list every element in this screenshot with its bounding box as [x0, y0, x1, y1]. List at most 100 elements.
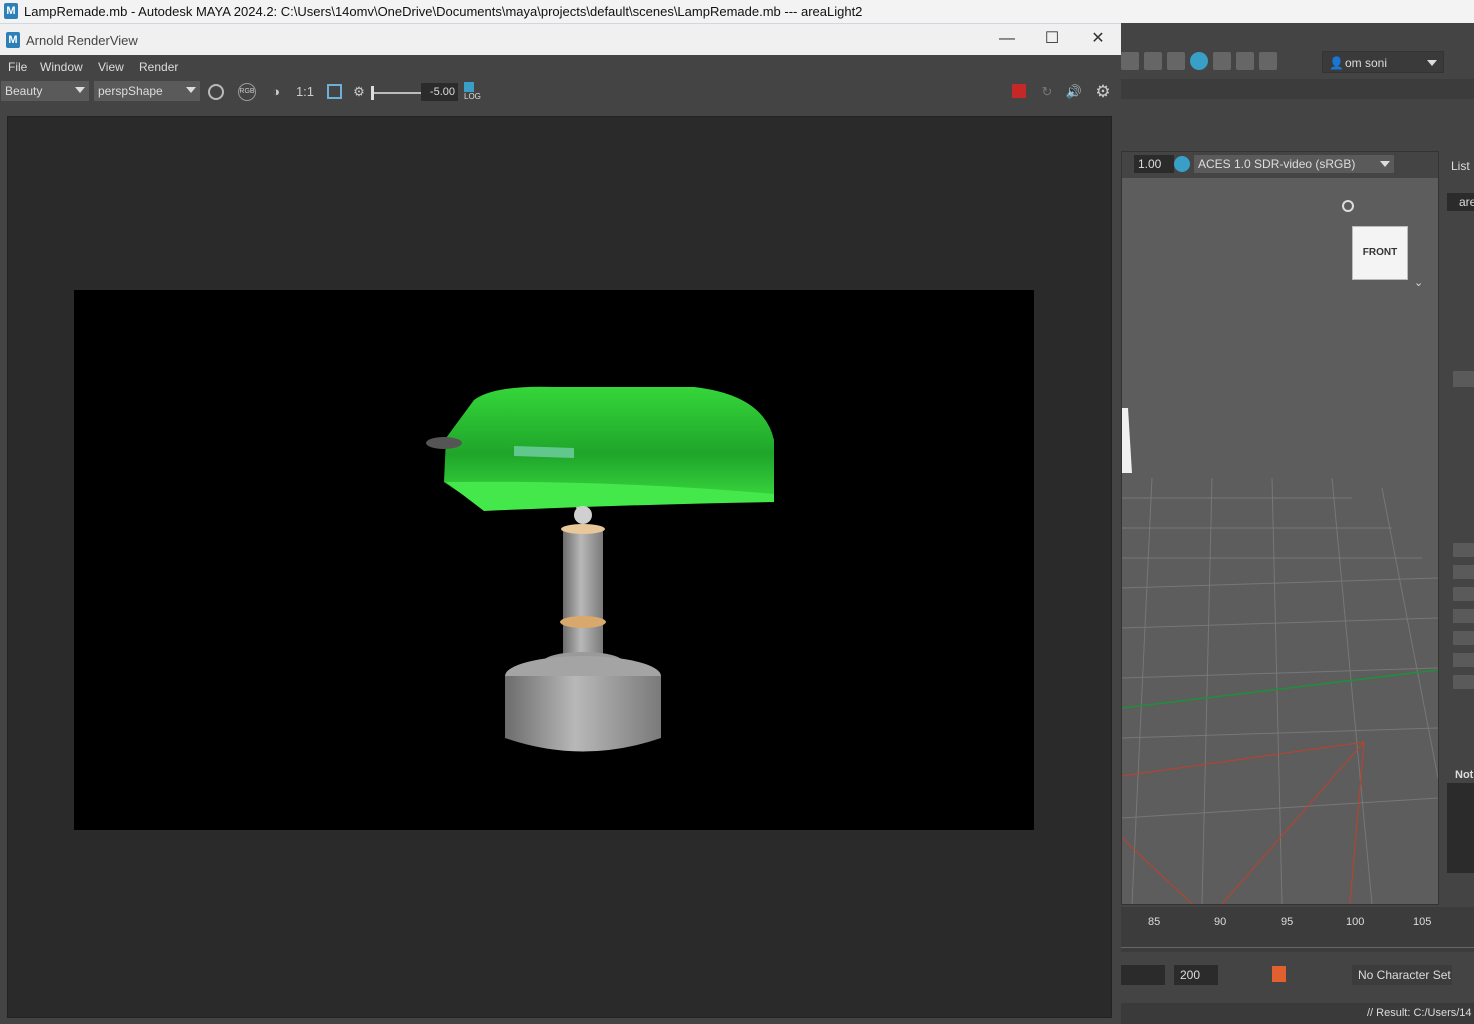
command-line[interactable]: // Result: C:/Users/14 [1121, 1003, 1474, 1024]
user-name: om soni [1345, 56, 1388, 70]
character-set-select[interactable]: No Character Set [1352, 965, 1452, 985]
lamp-silhouette [1122, 408, 1132, 473]
camera-frustum-line [1349, 741, 1365, 904]
expand-arrow-icon[interactable] [1453, 675, 1474, 689]
chevron-down-icon [75, 87, 85, 93]
expand-arrow-icon[interactable] [1453, 565, 1474, 579]
timeline-tick-label: 85 [1148, 916, 1161, 928]
timeline-tick-label: 100 [1346, 916, 1365, 928]
column-middle-ring [560, 616, 606, 628]
timeline-tick-label: 105 [1413, 916, 1432, 928]
lamp-finial [574, 506, 592, 524]
render-view-icon[interactable] [1213, 52, 1231, 70]
camera-select[interactable]: perspShape [94, 81, 200, 101]
menu-file[interactable]: File [8, 60, 27, 74]
attribute-panel: List are Not [1439, 151, 1474, 903]
arnold-menubar: File Window View Render [0, 55, 1121, 79]
viewcube-face-label: FRONT [1362, 247, 1398, 258]
end-frame-field[interactable]: 200 [1174, 965, 1218, 985]
frame-all-icon[interactable] [324, 82, 344, 102]
display-mode-icon[interactable] [206, 82, 226, 102]
expand-arrow-icon[interactable] [1453, 609, 1474, 623]
ipr-icon[interactable]: 🔊 [1064, 82, 1084, 102]
stop-render-button[interactable] [1012, 84, 1026, 98]
viewport-toolbar: 1.00 ACES 1.0 SDR-video (sRGB) [1122, 152, 1438, 178]
menu-render[interactable]: Render [139, 60, 178, 74]
x-axis-line [1122, 669, 1438, 709]
pause-icon[interactable] [1259, 52, 1277, 70]
user-account-menu[interactable]: 👤 om soni [1322, 51, 1444, 73]
node-name-field[interactable]: are [1447, 193, 1474, 211]
grid-line [1201, 477, 1213, 904]
pull-chain [426, 437, 462, 449]
camera-frustum-line [1221, 741, 1365, 904]
menu-window[interactable]: Window [40, 60, 83, 74]
home-icon[interactable] [1342, 200, 1354, 212]
arnold-window-title: Arnold RenderView [26, 33, 138, 48]
expand-arrow-icon[interactable] [1453, 653, 1474, 667]
exposure-field[interactable]: 1.00 [1134, 155, 1174, 173]
user-icon: 👤 [1329, 56, 1344, 70]
chevron-down-icon [1427, 60, 1437, 66]
expand-arrow-icon[interactable] [1453, 543, 1474, 557]
maximize-button[interactable]: ☐ [1029, 24, 1075, 55]
refresh-render-icon[interactable]: ↻ [1037, 82, 1057, 102]
grid-line [1122, 727, 1438, 739]
notes-field[interactable] [1447, 783, 1474, 873]
grid-line [1122, 667, 1438, 679]
arnold-renderview-window: M Arnold RenderView — ☐ ✕ File Window Vi… [0, 24, 1121, 1024]
snap-icon[interactable] [1236, 52, 1254, 70]
alpha-channel-icon[interactable]: ◑ [266, 82, 286, 102]
log-toggle-icon[interactable]: LOG [464, 82, 482, 102]
exposure-field[interactable]: -5.00 [421, 83, 458, 101]
expand-arrow-icon[interactable] [1453, 631, 1474, 645]
render-frame-icon[interactable] [1121, 52, 1139, 70]
chevron-down-icon [1380, 161, 1390, 167]
lamp-column [563, 527, 603, 657]
rgb-channel-icon[interactable]: RGB [237, 82, 257, 102]
auto-key-icon[interactable] [1272, 966, 1286, 982]
exposure-slider[interactable] [371, 86, 421, 100]
list-menu[interactable]: List [1451, 159, 1470, 173]
start-range-field[interactable] [1121, 965, 1165, 985]
maya-titlebar: M LampRemade.mb - Autodesk MAYA 2024.2: … [0, 0, 1474, 24]
exposure-icon: ⚙ [353, 84, 365, 99]
chevron-down-icon [186, 87, 196, 93]
close-button[interactable]: ✕ [1075, 24, 1121, 55]
timeline-baseline [1121, 947, 1474, 948]
render-viewport[interactable] [7, 116, 1112, 1018]
minimize-button[interactable]: — [984, 24, 1030, 55]
ipr-render-icon[interactable] [1144, 52, 1162, 70]
expand-arrow-icon[interactable] [1453, 587, 1474, 601]
grid-line [1381, 487, 1438, 779]
grid-line [1271, 477, 1283, 904]
ratio-button[interactable]: 1:1 [293, 82, 317, 102]
viewport-grid [1122, 408, 1438, 904]
viewport-panel[interactable]: 1.00 ACES 1.0 SDR-video (sRGB) FRONT ⌄ [1121, 151, 1439, 905]
grid-line [1331, 477, 1373, 904]
menu-view[interactable]: View [98, 60, 124, 74]
character-set-label: No Character Set [1358, 968, 1451, 982]
maya-window-title: LampRemade.mb - Autodesk MAYA 2024.2: C:… [24, 4, 863, 19]
lamp-render [426, 386, 774, 752]
chevron-down-icon[interactable]: ⌄ [1414, 276, 1423, 289]
arnold-toolbar: Beauty perspShape RGB ◑ 1:1 ⚙ -5.00 LOG … [0, 79, 1121, 106]
maya-logo-icon: M [4, 3, 18, 19]
exposure-slider-handle[interactable] [371, 86, 374, 100]
arnold-titlebar: M Arnold RenderView — ☐ ✕ [0, 24, 1121, 55]
gear-icon[interactable]: ⚙ [1093, 82, 1113, 102]
aov-select[interactable]: Beauty [1, 81, 89, 101]
viewcube[interactable]: FRONT [1352, 226, 1408, 280]
maya-shelf-strip [1121, 79, 1474, 99]
panel-dropdown[interactable] [1453, 371, 1474, 387]
command-result-text: // Result: C:/Users/14 [1367, 1007, 1472, 1019]
color-space-select[interactable]: ACES 1.0 SDR-video (sRGB) [1194, 155, 1394, 173]
render-settings-icon[interactable] [1167, 52, 1185, 70]
time-slider[interactable]: 85 90 95 100 105 [1121, 907, 1474, 952]
timeline-tick-label: 95 [1281, 916, 1294, 928]
base-cylinder [505, 676, 661, 752]
hypershade-icon[interactable] [1190, 52, 1208, 70]
rgb-label: RGB [238, 83, 256, 101]
grid-line [1122, 577, 1438, 589]
color-management-icon[interactable] [1174, 156, 1190, 172]
